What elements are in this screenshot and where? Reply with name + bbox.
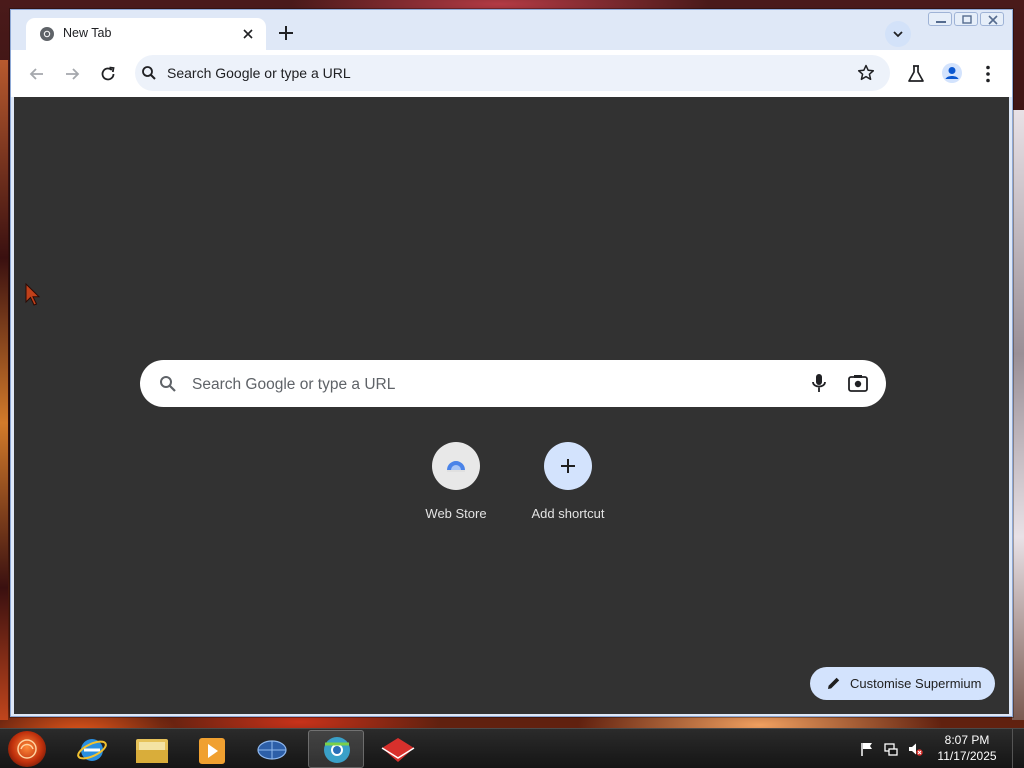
- web-store-icon-circle: [432, 442, 480, 490]
- minimize-button[interactable]: [928, 12, 952, 26]
- omnibox[interactable]: Search Google or type a URL: [135, 55, 890, 91]
- media-player-icon: [199, 738, 225, 764]
- tab-search-button[interactable]: [885, 21, 911, 47]
- taskbar-media-player[interactable]: [184, 730, 240, 768]
- microphone-icon[interactable]: [808, 372, 830, 394]
- shortcut-add[interactable]: Add shortcut: [513, 442, 623, 532]
- wallpaper-edge-left: [0, 60, 8, 720]
- web-store-icon: [447, 461, 465, 472]
- tab-strip: New Tab: [11, 10, 1012, 50]
- profile-avatar-icon[interactable]: [941, 62, 963, 84]
- mouse-cursor-icon: [25, 283, 41, 306]
- taskbar: 8:07 PM 11/17/2025: [0, 728, 1024, 768]
- taskbar-file-explorer[interactable]: [124, 730, 180, 768]
- ntp-search-box[interactable]: Search Google or type a URL: [140, 360, 886, 407]
- close-icon: [988, 15, 998, 25]
- taskbar-browser-active[interactable]: [308, 730, 364, 768]
- chrome-favicon-icon: [40, 27, 54, 41]
- back-arrow-icon[interactable]: [26, 63, 48, 85]
- close-tab-icon[interactable]: [240, 26, 256, 42]
- pencil-icon: [828, 677, 840, 689]
- new-tab-page: Search Google or type a URL Web Store Ad…: [14, 97, 1009, 714]
- restore-icon: [962, 15, 972, 24]
- network-icon[interactable]: [883, 741, 899, 757]
- system-clock[interactable]: 8:07 PM 11/17/2025: [932, 732, 1002, 764]
- show-desktop-button[interactable]: [1012, 729, 1024, 768]
- browser-globe-icon: [324, 737, 350, 763]
- shortcut-label: Web Store: [425, 506, 487, 521]
- browser-toolbar: Search Google or type a URL: [11, 50, 1012, 97]
- start-orb-icon: [17, 739, 37, 759]
- add-shortcut-icon-circle: [544, 442, 592, 490]
- clock-time: 8:07 PM: [944, 733, 990, 747]
- labs-flask-icon[interactable]: [905, 63, 927, 85]
- tab-new-tab[interactable]: New Tab: [26, 18, 266, 50]
- search-icon: [160, 376, 176, 392]
- internet-explorer-icon: [77, 739, 107, 761]
- action-center-flag-icon[interactable]: [859, 741, 875, 757]
- customise-button[interactable]: Customise Supermium: [810, 667, 995, 700]
- plus-icon: [561, 459, 575, 473]
- red-cube-app-icon: [381, 738, 415, 762]
- folder-icon: [136, 739, 168, 763]
- clock-date: 11/17/2025: [937, 749, 997, 763]
- window-controls: [928, 12, 1004, 26]
- taskbar-internet-explorer[interactable]: [64, 730, 120, 768]
- camera-lens-icon[interactable]: [846, 372, 870, 394]
- reload-icon[interactable]: [97, 63, 119, 85]
- volume-muted-icon[interactable]: [907, 741, 923, 757]
- network-globe-icon: [257, 740, 287, 760]
- start-button[interactable]: [8, 731, 46, 767]
- minimize-icon: [936, 21, 946, 23]
- omnibox-text: Search Google or type a URL: [167, 65, 351, 81]
- ntp-search-placeholder: Search Google or type a URL: [192, 376, 396, 393]
- taskbar-red-app[interactable]: [370, 730, 426, 768]
- shortcut-web-store[interactable]: Web Store: [401, 442, 511, 532]
- chevron-down-icon: [893, 31, 903, 38]
- close-window-button[interactable]: [980, 12, 1004, 26]
- search-icon: [142, 66, 156, 80]
- new-tab-plus-icon[interactable]: [275, 22, 297, 44]
- customise-label: Customise Supermium: [850, 676, 982, 691]
- taskbar-network-app[interactable]: [244, 730, 300, 768]
- tab-title: New Tab: [63, 26, 112, 40]
- shortcut-label: Add shortcut: [531, 506, 605, 521]
- maximize-button[interactable]: [954, 12, 978, 26]
- browser-window: New Tab Search Google or type a URL Sear…: [10, 9, 1013, 717]
- bookmark-star-icon[interactable]: [856, 63, 876, 83]
- wallpaper-edge-right: [1012, 110, 1024, 720]
- forward-arrow-icon[interactable]: [61, 63, 83, 85]
- kebab-menu-icon[interactable]: [977, 63, 999, 85]
